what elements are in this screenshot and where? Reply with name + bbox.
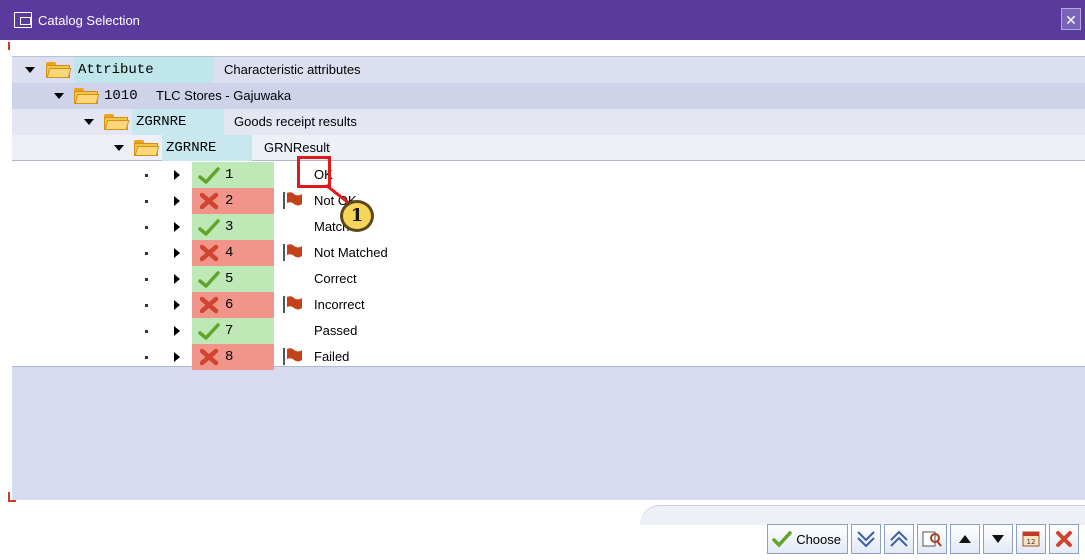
folder-open-icon: [104, 114, 130, 130]
code-number: 3: [225, 219, 234, 235]
folder-open-icon: [134, 140, 160, 156]
bullet-icon: [145, 252, 148, 255]
catalog-item-row[interactable]: 6 Incorrect: [12, 292, 1085, 318]
marker-top: [8, 42, 10, 50]
code-label[interactable]: Not Matched: [314, 240, 388, 266]
calendar-icon: 12: [1022, 531, 1040, 547]
tree-panel: Attribute Characteristic attributes 1010…: [12, 56, 1085, 500]
dialog-toolbar: Choose 12: [767, 524, 1079, 554]
bullet-icon: [145, 200, 148, 203]
choose-button[interactable]: Choose: [767, 524, 848, 554]
tree-node-zgrnre-char[interactable]: ZGRNRE Goods receipt results: [12, 109, 1085, 135]
accepted-check-icon: [198, 166, 220, 184]
calendar-button[interactable]: 12: [1016, 524, 1046, 554]
callout-badge: 1: [340, 200, 374, 232]
find-icon: [922, 531, 942, 547]
expand-icon[interactable]: [84, 119, 94, 125]
code-number: 8: [225, 349, 234, 365]
code-number: 7: [225, 323, 234, 339]
close-button[interactable]: ✕: [1061, 8, 1081, 30]
expand-arrow-icon[interactable]: [174, 196, 180, 206]
node-desc: Characteristic attributes: [224, 62, 361, 77]
bullet-icon: [145, 304, 148, 307]
bullet-icon: [145, 330, 148, 333]
node-desc: TLC Stores - Gajuwaka: [156, 88, 292, 103]
defect-flag-icon: [282, 243, 304, 261]
dialog-title: Catalog Selection: [38, 12, 140, 28]
defect-flag-icon: [282, 295, 304, 313]
bullet-icon: [145, 356, 148, 359]
accepted-check-icon: [198, 322, 220, 340]
catalog-item-row[interactable]: 5 Correct: [12, 266, 1085, 292]
cancel-button[interactable]: [1049, 524, 1079, 554]
tree-node-1010[interactable]: 1010 TLC Stores - Gajuwaka: [12, 83, 1085, 109]
code-number: 2: [225, 193, 234, 209]
filter-down-icon: [857, 531, 875, 548]
catalog-item-row[interactable]: 1 OK: [12, 162, 1085, 188]
rejected-x-icon: [198, 348, 220, 366]
expand-arrow-icon[interactable]: [174, 248, 180, 258]
accepted-check-icon: [198, 218, 220, 236]
expand-arrow-icon[interactable]: [174, 170, 180, 180]
expand-arrow-icon[interactable]: [174, 326, 180, 336]
catalog-item-row[interactable]: 2 Not OK: [12, 188, 1085, 214]
dialog-titlebar: Catalog Selection ✕: [0, 0, 1085, 40]
svg-text:12: 12: [1027, 538, 1036, 546]
arrow-down-icon: [992, 535, 1004, 543]
arrow-up-icon: [959, 535, 971, 543]
code-number: 1: [225, 167, 234, 183]
expand-arrow-icon[interactable]: [174, 274, 180, 284]
code-number: 5: [225, 271, 234, 287]
catalog-item-row[interactable]: 3 Matched: [12, 214, 1085, 240]
node-key: Attribute: [74, 57, 214, 83]
code-label[interactable]: Passed: [314, 318, 357, 344]
expand-icon[interactable]: [25, 67, 35, 73]
accepted-check-icon: [198, 270, 220, 288]
catalog-item-row[interactable]: 8 Failed: [12, 344, 1085, 370]
expand-arrow-icon[interactable]: [174, 300, 180, 310]
cancel-icon: [1056, 531, 1072, 547]
tree-node-attribute[interactable]: Attribute Characteristic attributes: [12, 57, 1085, 83]
folder-open-icon: [74, 88, 100, 104]
catalog-item-row[interactable]: 4 Not Matched: [12, 240, 1085, 266]
filter-up-icon: [890, 530, 908, 547]
code-label[interactable]: Failed: [314, 344, 349, 370]
node-desc: Goods receipt results: [234, 114, 357, 129]
node-key: ZGRNRE: [162, 135, 252, 161]
defect-flag-icon: [282, 191, 304, 209]
rejected-x-icon: [198, 244, 220, 262]
rejected-x-icon: [198, 296, 220, 314]
rejected-x-icon: [198, 192, 220, 210]
choose-label: Choose: [796, 531, 841, 547]
move-up-button[interactable]: [950, 524, 980, 554]
filter-down-button[interactable]: [851, 524, 881, 554]
bullet-icon: [145, 174, 148, 177]
dialog-icon: [14, 12, 32, 28]
expand-arrow-icon[interactable]: [174, 222, 180, 232]
code-number: 4: [225, 245, 234, 261]
code-label[interactable]: Incorrect: [314, 292, 365, 318]
node-key: ZGRNRE: [132, 109, 224, 135]
bullet-icon: [145, 226, 148, 229]
find-button[interactable]: [917, 524, 947, 554]
catalog-item-row[interactable]: 7 Passed: [12, 318, 1085, 344]
expand-arrow-icon[interactable]: [174, 352, 180, 362]
footer-band: [640, 505, 1085, 525]
marker-bottom-h: [8, 500, 16, 502]
checkmark-icon: [772, 531, 792, 548]
expand-icon[interactable]: [114, 145, 124, 151]
catalog-tree: Attribute Characteristic attributes 1010…: [12, 57, 1085, 370]
expand-icon[interactable]: [54, 93, 64, 99]
node-key: 1010: [104, 88, 138, 104]
code-label[interactable]: Correct: [314, 266, 357, 292]
folder-open-icon: [46, 62, 72, 78]
defect-flag-icon: [282, 347, 304, 365]
tree-node-zgrnre-catalog[interactable]: ZGRNRE GRNResult: [12, 135, 1085, 161]
bullet-icon: [145, 278, 148, 281]
filter-up-button[interactable]: [884, 524, 914, 554]
move-down-button[interactable]: [983, 524, 1013, 554]
code-number: 6: [225, 297, 234, 313]
